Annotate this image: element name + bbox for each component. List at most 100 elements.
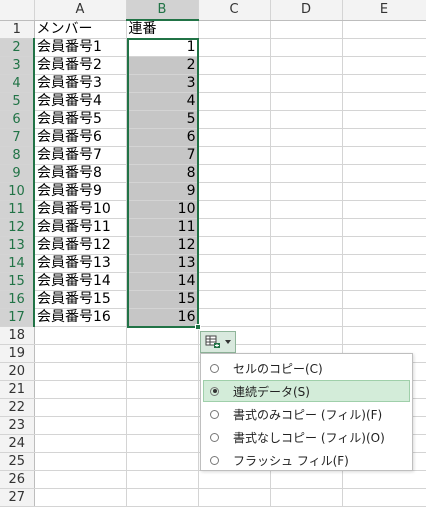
row-header[interactable]: 19 (0, 344, 35, 363)
row-header[interactable]: 11 (0, 200, 35, 219)
row-header[interactable]: 10 (0, 182, 35, 201)
cell-a[interactable] (34, 344, 127, 363)
cell-e[interactable] (342, 488, 426, 507)
cell-a[interactable] (34, 434, 127, 453)
cell-b[interactable]: 12 (126, 236, 199, 255)
row-header[interactable]: 15 (0, 272, 35, 291)
cell-e[interactable] (342, 254, 426, 273)
cell-b[interactable]: 4 (126, 92, 199, 111)
cell-c[interactable] (198, 308, 271, 327)
autofill-options-button[interactable] (200, 331, 236, 353)
cell-b[interactable]: 14 (126, 272, 199, 291)
row-header[interactable]: 17 (0, 308, 35, 327)
cell-e[interactable] (342, 128, 426, 147)
cell-a[interactable] (34, 488, 127, 507)
cell-a[interactable]: 会員番号9 (34, 182, 127, 201)
cell-e[interactable] (342, 308, 426, 327)
fill-handle[interactable] (195, 324, 201, 330)
cell-c[interactable] (198, 128, 271, 147)
row-header[interactable]: 18 (0, 326, 35, 345)
row-header[interactable]: 27 (0, 488, 35, 507)
cell-b[interactable] (126, 344, 199, 363)
cell-b[interactable]: 1 (126, 38, 199, 57)
cell-d[interactable] (270, 146, 343, 165)
cell-d[interactable] (270, 56, 343, 75)
cell-c[interactable] (198, 272, 271, 291)
cell-d[interactable] (270, 110, 343, 129)
row-header[interactable]: 1 (0, 20, 35, 39)
row-header[interactable]: 26 (0, 470, 35, 489)
cell-c[interactable] (198, 110, 271, 129)
cell-b[interactable]: 8 (126, 164, 199, 183)
cell-e[interactable] (342, 92, 426, 111)
cell-b[interactable] (126, 434, 199, 453)
row-header[interactable]: 7 (0, 128, 35, 147)
cell-c[interactable] (198, 290, 271, 309)
cell-a[interactable]: 会員番号8 (34, 164, 127, 183)
cell-a[interactable]: 会員番号15 (34, 290, 127, 309)
cell-d[interactable] (270, 326, 343, 345)
row-header[interactable]: 23 (0, 416, 35, 435)
cell-b[interactable] (126, 452, 199, 471)
cell-b[interactable]: 3 (126, 74, 199, 93)
cell-c[interactable] (198, 182, 271, 201)
cell-c[interactable] (198, 20, 271, 39)
cell-b[interactable]: 13 (126, 254, 199, 273)
autofill-menu-item[interactable]: 書式なしコピー (フィル)(O) (203, 426, 410, 448)
cell-c[interactable] (198, 92, 271, 111)
row-header[interactable]: 22 (0, 398, 35, 417)
cell-d[interactable] (270, 20, 343, 39)
cell-d[interactable] (270, 470, 343, 489)
cell-c[interactable] (198, 146, 271, 165)
cell-a[interactable] (34, 362, 127, 381)
autofill-menu-item[interactable]: フラッシュ フィル(F) (203, 449, 410, 471)
cell-a[interactable]: 会員番号5 (34, 110, 127, 129)
cell-a[interactable]: 会員番号6 (34, 128, 127, 147)
cell-e[interactable] (342, 164, 426, 183)
cell-a[interactable] (34, 326, 127, 345)
cell-a[interactable] (34, 452, 127, 471)
select-all-corner[interactable] (0, 0, 35, 21)
cell-e[interactable] (342, 272, 426, 291)
cell-e[interactable] (342, 146, 426, 165)
row-header[interactable]: 9 (0, 164, 35, 183)
cell-d[interactable] (270, 182, 343, 201)
cell-e[interactable] (342, 236, 426, 255)
column-header-d[interactable]: D (270, 0, 343, 21)
column-header-c[interactable]: C (198, 0, 271, 21)
cell-a[interactable]: メンバー (34, 20, 127, 39)
cell-b[interactable]: 5 (126, 110, 199, 129)
cell-d[interactable] (270, 164, 343, 183)
cell-d[interactable] (270, 308, 343, 327)
cell-d[interactable] (270, 254, 343, 273)
cell-e[interactable] (342, 110, 426, 129)
cell-a[interactable] (34, 416, 127, 435)
cell-d[interactable] (270, 488, 343, 507)
cell-b[interactable] (126, 380, 199, 399)
cell-c[interactable] (198, 56, 271, 75)
cell-c[interactable] (198, 38, 271, 57)
autofill-menu-item[interactable]: 書式のみコピー (フィル)(F) (203, 403, 410, 425)
cell-a[interactable]: 会員番号7 (34, 146, 127, 165)
row-header[interactable]: 5 (0, 92, 35, 111)
column-header-b[interactable]: B (126, 0, 199, 21)
cell-e[interactable] (342, 290, 426, 309)
row-header[interactable]: 14 (0, 254, 35, 273)
cell-a[interactable]: 会員番号14 (34, 272, 127, 291)
cell-a[interactable]: 会員番号2 (34, 56, 127, 75)
cell-a[interactable]: 会員番号4 (34, 92, 127, 111)
cell-e[interactable] (342, 326, 426, 345)
cell-a[interactable]: 会員番号11 (34, 218, 127, 237)
cell-b[interactable]: 6 (126, 128, 199, 147)
cell-a[interactable] (34, 470, 127, 489)
row-header[interactable]: 21 (0, 380, 35, 399)
row-header[interactable]: 4 (0, 74, 35, 93)
cell-d[interactable] (270, 92, 343, 111)
cell-e[interactable] (342, 20, 426, 39)
cell-a[interactable]: 会員番号13 (34, 254, 127, 273)
cell-a[interactable]: 会員番号1 (34, 38, 127, 57)
cell-d[interactable] (270, 218, 343, 237)
cell-c[interactable] (198, 218, 271, 237)
cell-b[interactable]: 2 (126, 56, 199, 75)
cell-e[interactable] (342, 74, 426, 93)
